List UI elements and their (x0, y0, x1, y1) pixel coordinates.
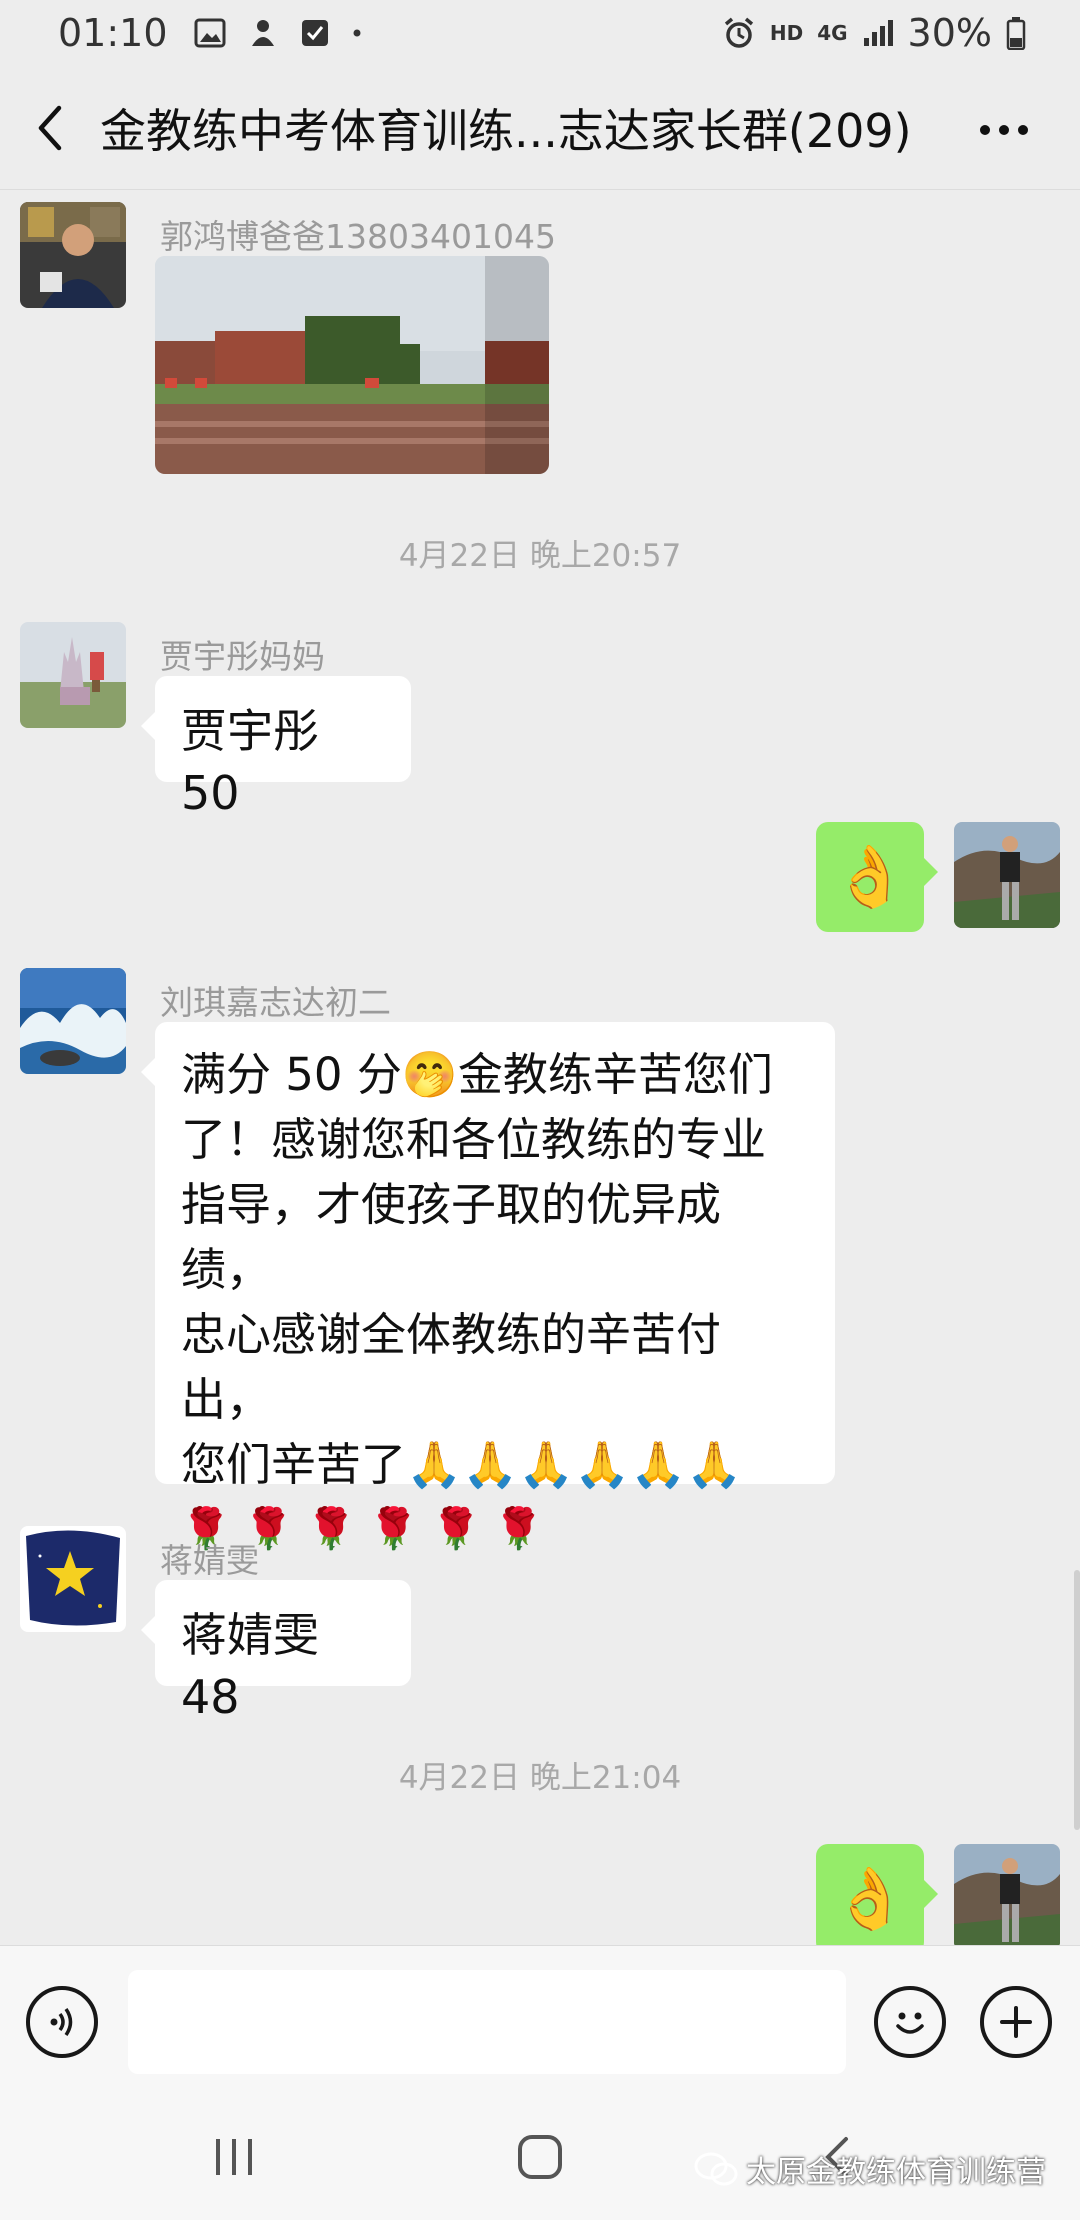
emoji-button[interactable] (874, 1986, 946, 2058)
sender-name: 刘琪嘉志达初二 (160, 983, 391, 1022)
wechat-logo-icon (694, 2152, 738, 2186)
home-button[interactable] (516, 2133, 564, 2185)
message-text: 贾宇彤 50 (181, 704, 319, 821)
sender-name: 贾宇彤妈妈 (160, 637, 325, 676)
avatar[interactable] (20, 1526, 126, 1632)
chat-title: 金教练中考体育训练...志达家长群(209) (100, 103, 912, 158)
timestamp: 4月22日 晚上20:57 (398, 538, 682, 574)
avatar[interactable] (20, 622, 126, 728)
plus-button[interactable] (980, 1986, 1052, 2058)
message-line: 了！感谢您和各位教练的专业 (181, 1113, 767, 1166)
message-line: 您们辛苦了🙏🙏🙏🙏🙏🙏 (181, 1438, 743, 1491)
battery-icon (1006, 16, 1026, 50)
message-input[interactable] (128, 1970, 846, 2074)
message-line: 🌹 🌹 🌹 🌹 🌹 🌹 (181, 1506, 544, 1552)
app-notification-icon (248, 18, 278, 48)
avatar[interactable] (20, 968, 126, 1074)
text-message[interactable]: 贾宇彤 50 (141, 676, 411, 820)
ok-hand-icon: 👌 (832, 1864, 908, 1934)
message-line: 忠心感谢全体教练的辛苦付出， (181, 1308, 722, 1426)
watermark: 太原金教练体育训练营 (694, 2147, 1046, 2191)
timestamp: 4月22日 晚上21:04 (398, 1760, 682, 1796)
smiley-icon (896, 2012, 924, 2034)
alarm-icon (722, 16, 756, 50)
system-nav-bar: 太原金教练体育训练营 (0, 2095, 1080, 2220)
status-time: 01:10 (58, 11, 168, 55)
gallery-icon (194, 18, 226, 48)
message-text: 蒋婧雯 48 (181, 1608, 319, 1725)
self-avatar[interactable] (954, 1844, 1060, 1950)
more-icon (980, 125, 1028, 135)
text-message[interactable]: 满分 50 分🤭金教练辛苦您们 了！感谢您和各位教练的专业 指导，才使孩子取的优… (141, 1022, 835, 1552)
photo-message[interactable] (155, 256, 549, 474)
sender-name: 郭鸿博爸爸13803401045 (160, 217, 556, 256)
voice-button[interactable] (26, 1986, 98, 2058)
chevron-left-icon (38, 105, 62, 150)
avatar[interactable] (20, 202, 126, 308)
signal-icon (862, 18, 894, 48)
recent-apps-button[interactable] (212, 2137, 256, 2181)
hd-indicator: HD (769, 21, 804, 45)
chat-area[interactable]: 郭鸿博爸爸13803401045 4月22日 晚上20:57 贾宇彤妈妈 贾宇彤… (0, 190, 1080, 1954)
self-emoji-message[interactable]: 👌 (816, 822, 938, 932)
dot-icon (352, 28, 362, 38)
network-indicator: 4G (817, 21, 848, 45)
battery-percent: 30% (907, 11, 992, 55)
input-bar (0, 1945, 1080, 2095)
message-line: 满分 50 分🤭金教练辛苦您们 (181, 1048, 773, 1101)
back-button[interactable] (0, 66, 100, 190)
scrollbar[interactable] (1074, 1570, 1080, 1830)
status-bar: 01:10 HD 4G 30% (0, 0, 1080, 66)
plus-icon (1000, 2006, 1032, 2038)
status-right: HD 4G 30% (722, 11, 1026, 55)
home-icon (518, 2135, 562, 2179)
text-message[interactable]: 蒋婧雯 48 (141, 1580, 411, 1724)
self-emoji-message[interactable]: 👌 (816, 1844, 938, 1954)
message-line: 指导，才使孩子取的优异成绩， (181, 1178, 722, 1296)
recent-apps-icon (216, 2139, 252, 2175)
chat-header: 金教练中考体育训练...志达家长群(209) (0, 66, 1080, 190)
watermark-text: 太原金教练体育训练营 (746, 2155, 1046, 2190)
voice-icon (50, 2008, 73, 2036)
self-avatar[interactable] (954, 822, 1060, 928)
ok-hand-icon: 👌 (832, 842, 908, 912)
more-button[interactable] (976, 102, 1032, 158)
sender-name: 蒋婧雯 (160, 1541, 259, 1580)
check-box-icon (300, 18, 330, 48)
